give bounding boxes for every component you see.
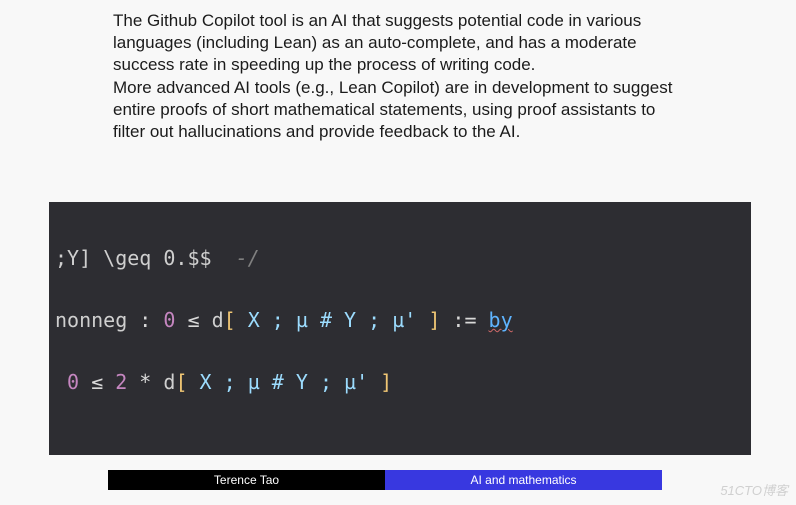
code-line-1: ;Y] \geq 0.$$ -/ <box>55 243 751 274</box>
code-line-2: nonneg : 0 ≤ d[ X ; µ # Y ; µ' ] := by <box>55 305 751 336</box>
footer-title: AI and mathematics <box>385 470 662 490</box>
paragraph-1: The Github Copilot tool is an AI that su… <box>113 10 683 75</box>
footer-author: Terence Tao <box>108 470 385 490</box>
code-editor: ;Y] \geq 0.$$ -/ nonneg : 0 ≤ d[ X ; µ #… <box>49 202 751 455</box>
code-line-4 <box>55 429 751 455</box>
footer-bar: Terence Tao AI and mathematics <box>108 470 662 490</box>
keyword-by: by <box>489 308 513 332</box>
slide: The Github Copilot tool is an AI that su… <box>0 0 796 505</box>
code-line-3: 0 ≤ 2 * d[ X ; µ # Y ; µ' ] <box>55 367 751 398</box>
slide-text: The Github Copilot tool is an AI that su… <box>113 10 683 145</box>
watermark: 51CTO博客 <box>720 480 788 499</box>
paragraph-2: More advanced AI tools (e.g., Lean Copil… <box>113 77 683 142</box>
